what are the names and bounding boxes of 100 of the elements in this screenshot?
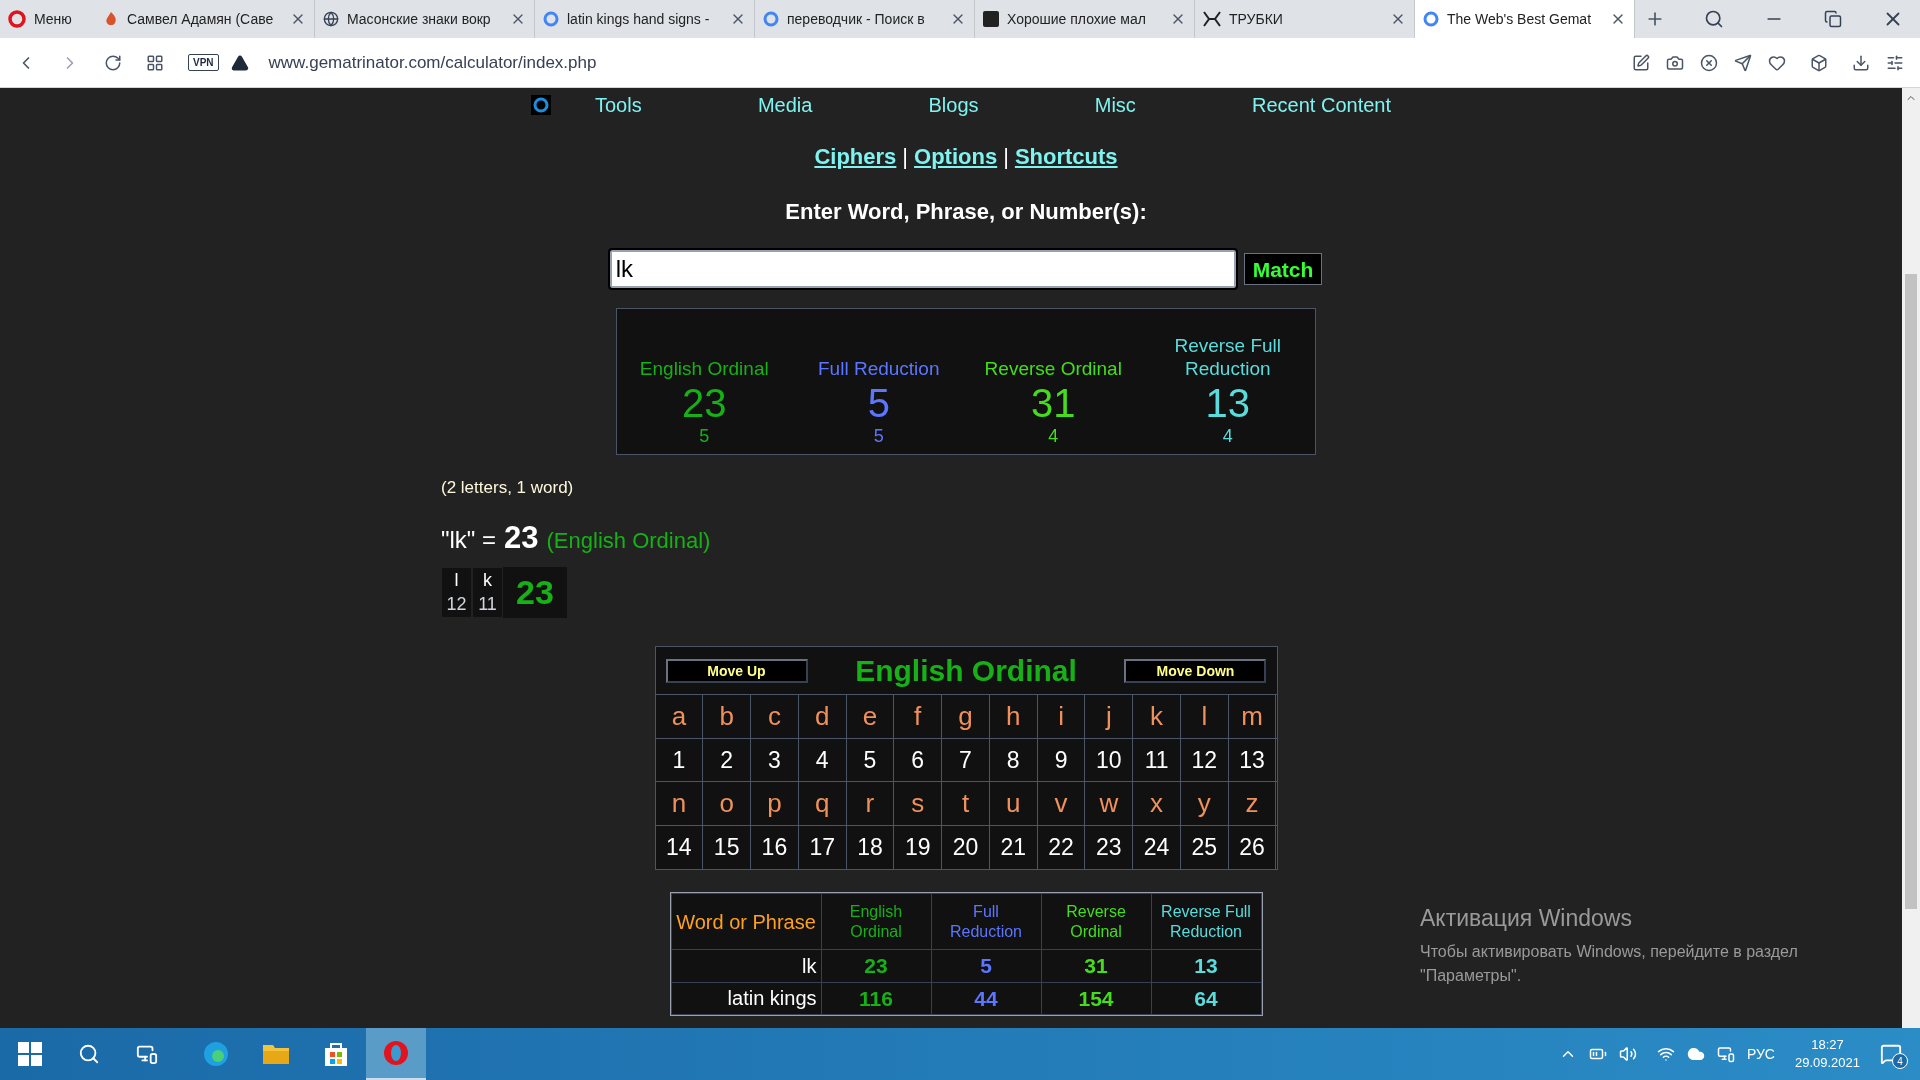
number-cell: 10: [1085, 739, 1134, 781]
move-down-button[interactable]: Move Down: [1124, 658, 1267, 683]
nav-link[interactable]: Blogs: [928, 90, 979, 120]
letter-cell: f: [894, 695, 943, 738]
browser-tab[interactable]: The Web's Best Gemat: [1415, 0, 1635, 38]
separator-text: |: [1003, 143, 1009, 171]
number-cell: 9: [1037, 739, 1086, 781]
chart-title: English Ordinal: [855, 653, 1077, 689]
cipher-value: 13: [1205, 380, 1250, 426]
letter-cell: d: [798, 695, 847, 738]
number-cell: 22: [1037, 826, 1086, 869]
letter-cell: a: [655, 695, 704, 738]
total-value: 23: [515, 572, 555, 613]
match-button[interactable]: Match: [1243, 253, 1323, 285]
cipher-value: 23: [682, 380, 727, 426]
link[interactable]: Shortcuts: [1014, 140, 1118, 173]
activation-title: Активация Windows: [1420, 904, 1633, 933]
number-cell: 16: [751, 826, 799, 869]
prompt-heading: Enter Word, Phrase, or Number(s):: [785, 198, 1147, 226]
letter-cell: j: [1085, 695, 1134, 738]
letter-cell: n: [655, 782, 704, 825]
column-header: Word or Phrase: [671, 893, 821, 950]
nav-link[interactable]: Recent Content: [1252, 90, 1391, 120]
column-header: Reverse Full Reduction: [1151, 893, 1261, 950]
letter-cell: l: [1180, 695, 1229, 738]
letter-cell: h: [989, 695, 1038, 738]
edit-icon[interactable]: [1632, 53, 1650, 72]
column-header: Reverse Ordinal: [1041, 893, 1151, 950]
letter-cell: o: [703, 782, 752, 825]
notification-count: 4: [1892, 1053, 1908, 1069]
letter-cell: m: [1228, 695, 1277, 738]
letter-cell: e: [846, 695, 895, 738]
letter-cell: i: [1037, 695, 1086, 738]
taskbar-app[interactable]: [366, 1028, 426, 1080]
cipher-name: Reverse Full Reduction: [1173, 334, 1283, 380]
nav-link[interactable]: Misc: [1094, 90, 1136, 120]
number-cell: 4: [798, 739, 847, 781]
restore-icon[interactable]: [1824, 10, 1842, 28]
camera-icon[interactable]: [1666, 53, 1684, 72]
task-view-icon[interactable]: [136, 1043, 158, 1065]
separator-text: |: [902, 143, 909, 171]
nav-link[interactable]: Media: [757, 90, 813, 120]
language-indicator[interactable]: РУС: [1746, 1043, 1775, 1065]
cipher-name: Full Reduction: [818, 357, 940, 380]
edge-icon: [202, 1040, 230, 1068]
menu-button[interactable]: Меню: [0, 0, 95, 38]
equation-word: "lk" =: [441, 524, 497, 555]
url-text[interactable]: www.gematrinator.com/calculator/index.php: [268, 49, 597, 76]
number-cell: 12: [1180, 739, 1229, 781]
number-cell: 6: [894, 739, 943, 781]
search-icon[interactable]: [78, 1043, 100, 1065]
value-cell: 116: [821, 982, 931, 1015]
send-icon[interactable]: [1734, 53, 1752, 72]
grid-icon[interactable]: [146, 53, 164, 72]
column-header: English Ordinal: [821, 893, 931, 950]
cipher-value: 5: [867, 380, 890, 426]
cipher-reduction: 4: [1222, 426, 1233, 446]
phrase-input[interactable]: lk: [609, 250, 1236, 288]
letter-cell: k: [1133, 695, 1181, 738]
device-icon[interactable]: [1716, 1045, 1735, 1063]
equation-value: 23: [504, 518, 539, 557]
letter-cell: w: [1085, 782, 1134, 825]
cloud-icon[interactable]: [1686, 1045, 1705, 1063]
equation-cipher: (English Ordinal): [546, 526, 711, 555]
cube-icon[interactable]: [1810, 53, 1828, 72]
letter-value: 11: [478, 593, 497, 616]
number-cell: 13: [1228, 739, 1277, 781]
link[interactable]: Ciphers: [814, 140, 897, 173]
reload-icon[interactable]: [104, 53, 122, 72]
cipher-reduction: 5: [873, 426, 884, 446]
heart-icon[interactable]: [1768, 53, 1786, 72]
number-cell: 19: [894, 826, 943, 869]
globe-icon: [323, 11, 339, 27]
move-up-button[interactable]: Move Up: [665, 658, 808, 683]
link[interactable]: Options: [914, 140, 998, 173]
letter-cell: p: [751, 782, 799, 825]
number-cell: 20: [942, 826, 990, 869]
number-cell: 26: [1228, 826, 1277, 869]
settings-icon[interactable]: [1886, 53, 1904, 72]
cipher-reduction: 4: [1048, 426, 1059, 446]
letter-cell: r: [846, 782, 895, 825]
phrase-cell: latin kings: [671, 982, 821, 1015]
volume-icon[interactable]: [1618, 1045, 1637, 1063]
clock[interactable]: 18:27 29.09.2021: [1794, 1036, 1860, 1072]
scrollbar-thumb[interactable]: [1905, 274, 1917, 909]
wifi-icon[interactable]: [1656, 1045, 1675, 1063]
search-icon[interactable]: [1704, 9, 1724, 29]
column-header: Full Reduction: [931, 893, 1041, 950]
vpn-badge[interactable]: VPN: [188, 54, 219, 71]
nav-link[interactable]: Tools: [595, 90, 642, 120]
opera-icon: [8, 10, 26, 28]
number-cell: 11: [1133, 739, 1181, 781]
tab-title: Хорошие плохие мал: [1007, 9, 1147, 29]
windows-logo-icon[interactable]: [18, 1042, 42, 1066]
cipher-name: Reverse Ordinal: [984, 357, 1122, 380]
store-bag-icon: [323, 1041, 349, 1067]
value-cell: 44: [931, 982, 1041, 1015]
block-icon[interactable]: [1700, 53, 1718, 72]
download-icon[interactable]: [1852, 53, 1870, 72]
number-cell: 1: [655, 739, 704, 781]
